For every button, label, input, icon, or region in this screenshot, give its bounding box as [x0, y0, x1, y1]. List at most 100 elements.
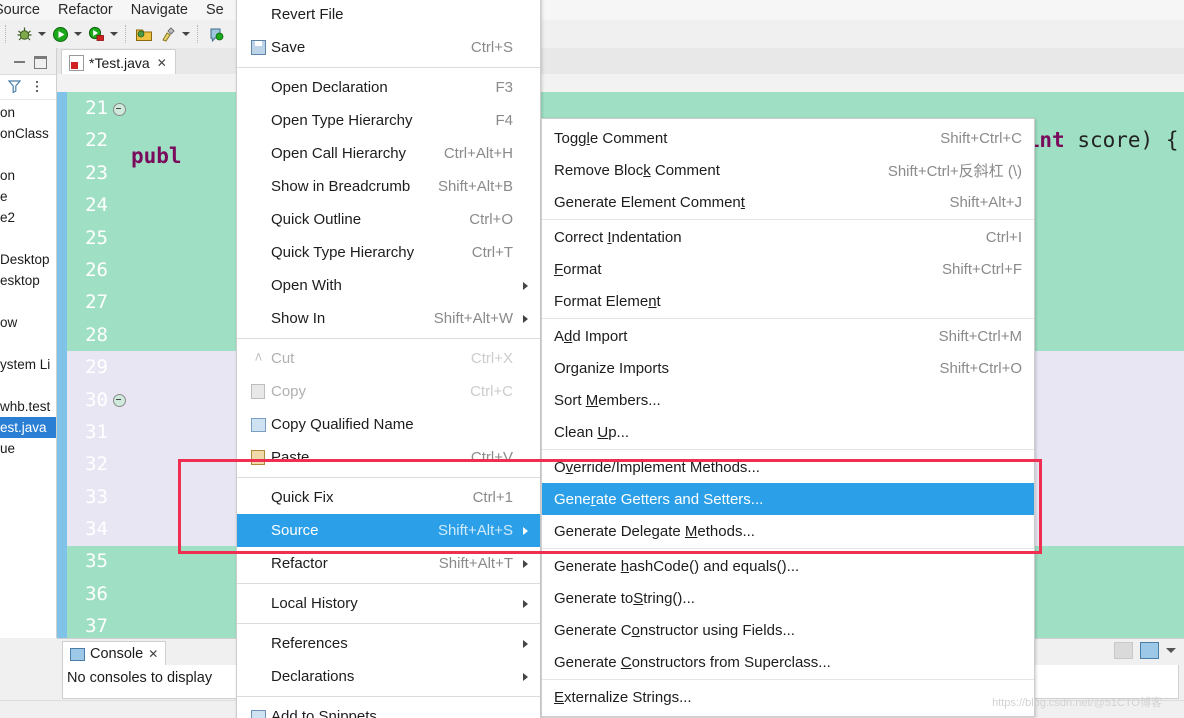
- open-resource-icon[interactable]: [133, 23, 155, 45]
- view-menu-icon[interactable]: [33, 80, 41, 98]
- minimize-icon[interactable]: [14, 61, 25, 63]
- debug-dropdown-arrow[interactable]: [36, 23, 48, 45]
- tree-item[interactable]: onClass: [0, 123, 56, 144]
- menu-item-generate-constructors-from-superclass[interactable]: Generate Constructors from Superclass...: [542, 646, 1034, 678]
- line-number: 37: [85, 615, 108, 638]
- menu-item-generate-constructor-using-fields[interactable]: Generate Constructor using Fields...: [542, 614, 1034, 646]
- coverage-dropdown-arrow[interactable]: [108, 23, 120, 45]
- console-tab[interactable]: Console ✕: [62, 641, 167, 666]
- menu-item-label: Revert File: [271, 6, 344, 23]
- menu-item-sort-members[interactable]: Sort Members...: [542, 384, 1034, 416]
- folding-gutter[interactable]: [113, 92, 129, 638]
- menu-item-show-in-breadcrumb[interactable]: Show in Breadcrumb Shift+Alt+B: [237, 170, 540, 203]
- menu-item-label: Quick Fix: [271, 489, 334, 506]
- menu-item-generate-tostring[interactable]: Generate toString()...: [542, 582, 1034, 614]
- tree-item[interactable]: whb.test: [0, 396, 56, 417]
- tree-item[interactable]: esktop: [0, 270, 56, 291]
- menu-item-generate-element-comment[interactable]: Generate Element Comment Shift+Alt+J: [542, 186, 1034, 218]
- menu-item-accelerator: Shift+Ctrl+反斜杠 (\): [887, 162, 1022, 180]
- submenu-arrow-icon: [523, 559, 528, 568]
- console-tab-label: Console: [90, 646, 144, 662]
- menu-item-accelerator: Ctrl+X: [470, 350, 513, 367]
- source-submenu[interactable]: Toggle Comment Shift+Ctrl+C Remove Block…: [541, 118, 1035, 717]
- tree-item[interactable]: ow: [0, 312, 56, 333]
- menu-item-label: Remove Block Comment: [554, 161, 720, 179]
- package-explorer-header: [0, 48, 56, 75]
- menu-item-quick-type-hierarchy[interactable]: Quick Type Hierarchy Ctrl+T: [237, 236, 540, 269]
- menu-item-paste[interactable]: Paste Ctrl+V: [237, 441, 540, 474]
- close-icon[interactable]: ✕: [148, 647, 158, 661]
- tree-item[interactable]: e2: [0, 207, 56, 228]
- menu-item-organize-imports[interactable]: Organize Imports Shift+Ctrl+O: [542, 352, 1034, 384]
- menu-item-clean-up[interactable]: Clean Up...: [542, 416, 1034, 448]
- console-icon: [70, 647, 85, 661]
- close-icon[interactable]: ✕: [157, 56, 167, 70]
- menu-refactor[interactable]: Refactor: [49, 2, 122, 18]
- menu-item-generate-getters-and-setters[interactable]: Generate Getters and Setters...: [542, 483, 1034, 515]
- menu-item-label: Quick Type Hierarchy: [271, 244, 415, 261]
- external-tools-icon[interactable]: [157, 23, 179, 45]
- menu-item-open-call-hierarchy[interactable]: Open Call Hierarchy Ctrl+Alt+H: [237, 137, 540, 170]
- menu-search[interactable]: Se: [197, 2, 233, 18]
- menu-navigate[interactable]: Navigate: [122, 2, 197, 18]
- fold-marker-30[interactable]: [113, 394, 126, 407]
- menu-item-externalize-strings[interactable]: Externalize Strings...: [542, 681, 1034, 713]
- menu-item-copy: Copy Ctrl+C: [237, 375, 540, 408]
- menu-item-label: Sort Members...: [554, 391, 661, 409]
- menu-item-show-in[interactable]: Show In Shift+Alt+W: [237, 302, 540, 335]
- maximize-icon[interactable]: [34, 56, 47, 69]
- tree-item[interactable]: ystem Li: [0, 354, 56, 375]
- menu-item-override-implement-methods[interactable]: Override/Implement Methods...: [542, 451, 1034, 483]
- menu-item-label: Refactor: [271, 555, 328, 572]
- menu-item-generate-delegate-methods[interactable]: Generate Delegate Methods...: [542, 515, 1034, 547]
- editor-tab-test-java[interactable]: *Test.java ✕: [61, 49, 176, 75]
- menu-item-source[interactable]: Source Shift+Alt+S: [237, 514, 540, 547]
- tree-item[interactable]: on: [0, 165, 56, 186]
- tree-item[interactable]: Desktop: [0, 249, 56, 270]
- menu-item-format-element[interactable]: Format Element: [542, 285, 1034, 317]
- run-coverage-icon[interactable]: [85, 23, 107, 45]
- menu-item-references[interactable]: References: [237, 627, 540, 660]
- menu-item-open-type-hierarchy[interactable]: Open Type Hierarchy F4: [237, 104, 540, 137]
- editor-context-menu[interactable]: Revert File Save Ctrl+S Open Declaration…: [236, 0, 541, 718]
- menu-item-declarations[interactable]: Declarations: [237, 660, 540, 693]
- menu-item-add-to-snippets[interactable]: Add to Snippets...: [237, 700, 540, 718]
- java-file-icon: [69, 54, 84, 71]
- filter-icon[interactable]: [7, 79, 22, 98]
- menu-item-label: Generate toString()...: [554, 589, 695, 607]
- menu-item-add-import[interactable]: Add Import Shift+Ctrl+M: [542, 320, 1034, 352]
- menu-separator: [542, 548, 1034, 549]
- menu-item-correct-indentation[interactable]: Correct Indentation Ctrl+I: [542, 221, 1034, 253]
- menu-item-refactor[interactable]: Refactor Shift+Alt+T: [237, 547, 540, 580]
- menu-item-format[interactable]: Format Shift+Ctrl+F: [542, 253, 1034, 285]
- tree-item[interactable]: ue: [0, 438, 56, 459]
- console-dropdown-arrow[interactable]: [1166, 648, 1176, 653]
- debug-icon[interactable]: [13, 23, 35, 45]
- menu-item-save[interactable]: Save Ctrl+S: [237, 31, 540, 64]
- menu-item-accelerator: Shift+Ctrl+F: [941, 260, 1022, 278]
- open-console-icon[interactable]: [1114, 642, 1133, 659]
- menu-item-toggle-comment[interactable]: Toggle Comment Shift+Ctrl+C: [542, 122, 1034, 154]
- menu-source[interactable]: Source: [0, 2, 49, 18]
- tree-item[interactable]: on: [0, 102, 56, 123]
- menu-item-label: Add Import: [554, 327, 628, 345]
- menu-item-generate-hashcode-equals[interactable]: Generate hashCode() and equals()...: [542, 550, 1034, 582]
- menu-item-open-with[interactable]: Open With: [237, 269, 540, 302]
- run-icon[interactable]: [49, 23, 71, 45]
- fold-marker-21[interactable]: [113, 103, 126, 116]
- menu-item-open-declaration[interactable]: Open Declaration F3: [237, 71, 540, 104]
- menu-item-revert-file[interactable]: Revert File: [237, 0, 540, 31]
- external-tools-dropdown-arrow[interactable]: [180, 23, 192, 45]
- tree-item[interactable]: e: [0, 186, 56, 207]
- menu-item-quick-outline[interactable]: Quick Outline Ctrl+O: [237, 203, 540, 236]
- menu-item-accelerator: Shift+Alt+S: [437, 522, 513, 539]
- tree-item-selected[interactable]: est.java: [0, 417, 56, 438]
- menu-item-remove-block-comment[interactable]: Remove Block Comment Shift+Ctrl+反斜杠 (\): [542, 154, 1034, 186]
- editor-annotation-ruler[interactable]: [57, 92, 67, 638]
- pin-icon[interactable]: [205, 23, 227, 45]
- menu-item-copy-qualified-name[interactable]: Copy Qualified Name: [237, 408, 540, 441]
- menu-item-quick-fix[interactable]: Quick Fix Ctrl+1: [237, 481, 540, 514]
- display-selected-console-icon[interactable]: [1140, 642, 1159, 659]
- menu-item-local-history[interactable]: Local History: [237, 587, 540, 620]
- run-dropdown-arrow[interactable]: [72, 23, 84, 45]
